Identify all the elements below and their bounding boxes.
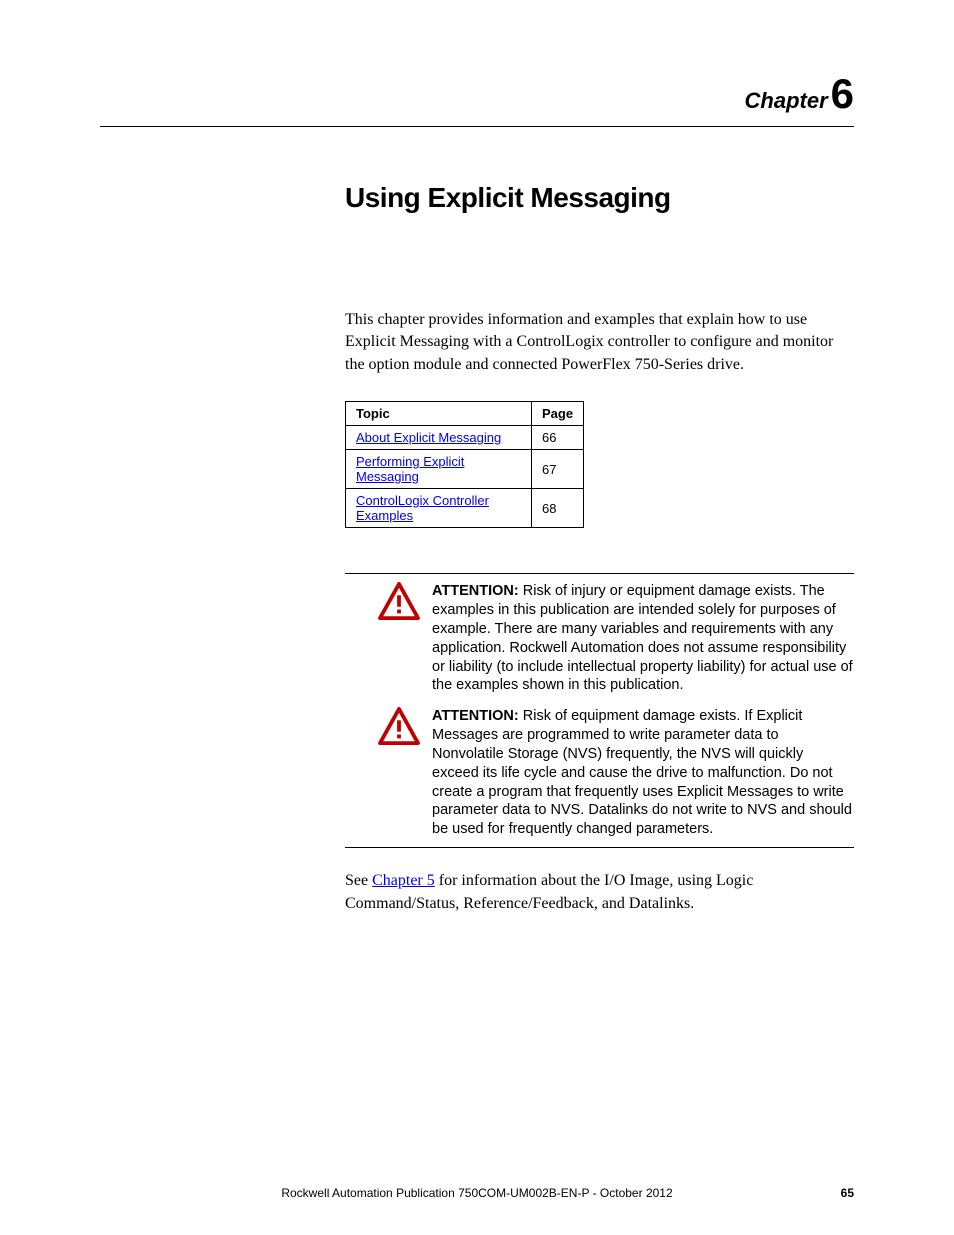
chapter-header: Chapter6 [100,70,854,118]
header-rule [100,126,854,127]
attention-body-2: Risk of equipment damage exists. If Expl… [432,708,852,837]
see-reference-paragraph: See Chapter 5 for information about the … [345,870,854,915]
intro-paragraph: This chapter provides information and ex… [345,309,854,376]
toc-link-examples[interactable]: ControlLogix Controller Examples [356,493,489,523]
attention-text-1: ATTENTION: Risk of injury or equipment d… [432,582,854,695]
table-header-row: Topic Page [346,402,584,426]
document-page: Chapter6 Using Explicit Messaging This c… [0,0,954,1235]
toc-header-page: Page [532,402,584,426]
footer-page-number: 65 [824,1186,854,1200]
chapter-label: Chapter [745,88,828,113]
see-prefix: See [345,872,372,889]
attention-block: ATTENTION: Risk of injury or equipment d… [345,573,854,848]
chapter-number: 6 [831,70,854,117]
toc-table: Topic Page About Explicit Messaging 66 P… [345,401,584,528]
warning-icon [378,707,420,745]
attention-label-1: ATTENTION: [432,583,519,599]
warning-icon [378,582,420,620]
footer-publication: Rockwell Automation Publication 750COM-U… [130,1186,824,1200]
toc-page-2: 68 [532,489,584,528]
attention-text-2: ATTENTION: Risk of equipment damage exis… [432,707,854,839]
attention-label-2: ATTENTION: [432,708,519,724]
toc-page-0: 66 [532,426,584,450]
chapter-5-link[interactable]: Chapter 5 [372,872,435,889]
table-row: Performing Explicit Messaging 67 [346,450,584,489]
attention-row-2: ATTENTION: Risk of equipment damage exis… [378,707,854,839]
attention-row-1: ATTENTION: Risk of injury or equipment d… [378,582,854,695]
toc-header-topic: Topic [346,402,532,426]
toc-link-performing[interactable]: Performing Explicit Messaging [356,454,464,484]
table-row: About Explicit Messaging 66 [346,426,584,450]
page-footer: Rockwell Automation Publication 750COM-U… [100,1186,854,1200]
table-row: ControlLogix Controller Examples 68 [346,489,584,528]
toc-link-about[interactable]: About Explicit Messaging [356,430,501,445]
page-title: Using Explicit Messaging [345,182,854,214]
toc-page-1: 67 [532,450,584,489]
attention-body-1: Risk of injury or equipment damage exist… [432,583,853,693]
